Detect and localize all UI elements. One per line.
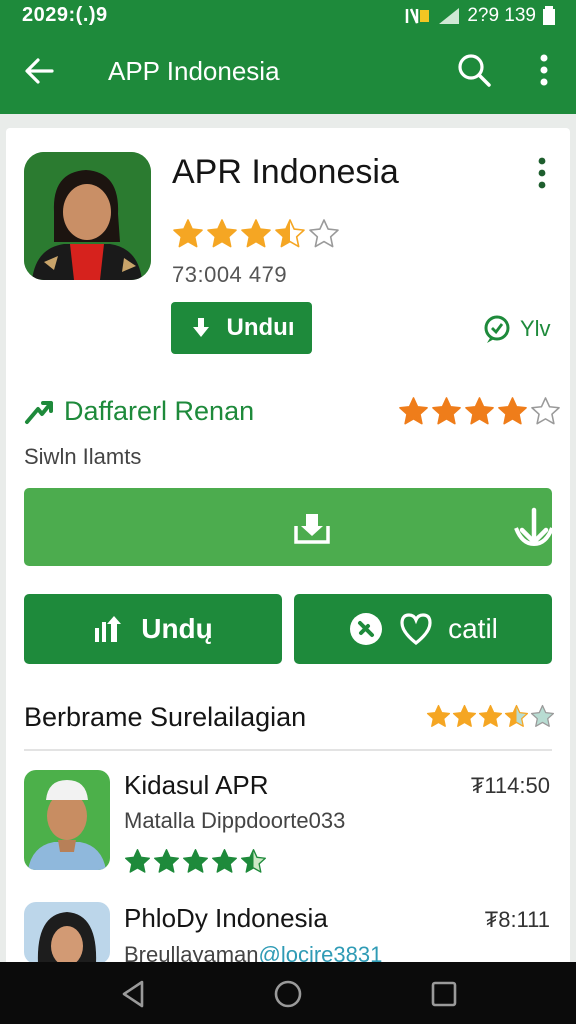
star-icon	[465, 397, 494, 425]
back-nav-icon[interactable]	[118, 978, 150, 1010]
star-icon	[207, 219, 237, 248]
install-label: Unduı	[226, 314, 295, 341]
toolbar-title: APP Indonesia	[108, 56, 280, 86]
catil-action-button[interactable]: catil	[294, 594, 552, 664]
star-icon	[212, 849, 237, 873]
star-icon	[309, 219, 339, 248]
star-icon	[530, 704, 555, 727]
hand-download-icon	[192, 318, 209, 337]
section-rating-stars	[426, 704, 555, 729]
toolbar: APP Indonesia	[0, 40, 576, 102]
status-right-text: 2?9 139	[467, 5, 536, 26]
chat-icon	[484, 315, 510, 343]
star-icon	[531, 397, 560, 425]
catil-action-label: catil	[448, 613, 498, 644]
star-icon	[241, 849, 266, 873]
star-icon	[504, 704, 529, 727]
app-download-count: 73:004 479	[172, 262, 288, 287]
star-icon	[399, 397, 428, 425]
system-navigation-bar	[0, 962, 576, 1024]
review-subtitle: Siwln Ilamts	[24, 444, 142, 469]
overflow-menu-icon[interactable]	[530, 52, 558, 88]
list-item-rating-stars	[124, 848, 267, 875]
recents-nav-icon[interactable]	[428, 978, 460, 1010]
list-item-avatar[interactable]	[24, 770, 110, 870]
list-item-name[interactable]: Kidasul APR	[124, 770, 269, 801]
list-item-price: ₮8:111	[484, 907, 550, 932]
battery-icon	[543, 6, 555, 25]
list-item-avatar[interactable]	[24, 902, 110, 964]
trend-icon	[25, 400, 53, 424]
star-icon	[125, 849, 150, 873]
review-title-text: Daffarerl Renan	[64, 396, 255, 426]
star-icon	[478, 704, 503, 727]
app-icon-avatar	[24, 152, 151, 280]
heart-icon	[400, 613, 432, 646]
signal-icon	[439, 8, 460, 24]
app-more-icon[interactable]	[530, 156, 554, 190]
app-name: APR Indonesia	[172, 153, 399, 191]
download-tray-icon	[294, 514, 330, 544]
share-link[interactable]: Ylv	[482, 314, 551, 344]
star-icon	[241, 219, 271, 248]
section-divider	[24, 749, 552, 751]
app-rating-stars	[172, 218, 340, 250]
star-icon	[173, 219, 203, 248]
star-icon	[426, 704, 451, 727]
anchor-download-icon	[514, 507, 554, 547]
notification-icon	[406, 8, 430, 24]
status-time: 2029:(.)9	[22, 4, 108, 26]
section-title: Berbrame Surelailagian	[24, 702, 307, 732]
status-bar: 2029:(.)9 2?9 139	[0, 0, 576, 32]
share-label: Ylv	[520, 316, 551, 341]
home-nav-icon[interactable]	[272, 978, 304, 1010]
unduh-action-button[interactable]: Undų	[24, 594, 282, 664]
star-icon	[154, 849, 179, 873]
list-item-name[interactable]: PhloDy Indonesia	[124, 903, 328, 934]
star-icon	[498, 397, 527, 425]
download-bar-button[interactable]	[24, 488, 554, 566]
star-icon	[183, 849, 208, 873]
install-button[interactable]: Unduı	[171, 302, 312, 354]
star-icon	[432, 397, 461, 425]
status-icons: 2?9 139	[405, 5, 556, 27]
app-bar: 2029:(.)9 2?9 139 APP Indonesia	[0, 0, 576, 114]
pin-icon	[350, 613, 383, 645]
list-item-price: ₮114:50	[470, 773, 550, 798]
star-icon	[275, 219, 305, 248]
star-icon	[452, 704, 477, 727]
chart-up-icon	[95, 616, 122, 642]
search-icon[interactable]	[456, 52, 492, 88]
review-title[interactable]: Daffarerl Renan	[24, 396, 254, 427]
list-item-subtitle: Matalla Dippdoorte033	[124, 808, 346, 833]
back-arrow-icon[interactable]	[22, 54, 56, 88]
review-rating-stars	[398, 396, 561, 427]
unduh-action-label: Undų	[141, 613, 213, 644]
